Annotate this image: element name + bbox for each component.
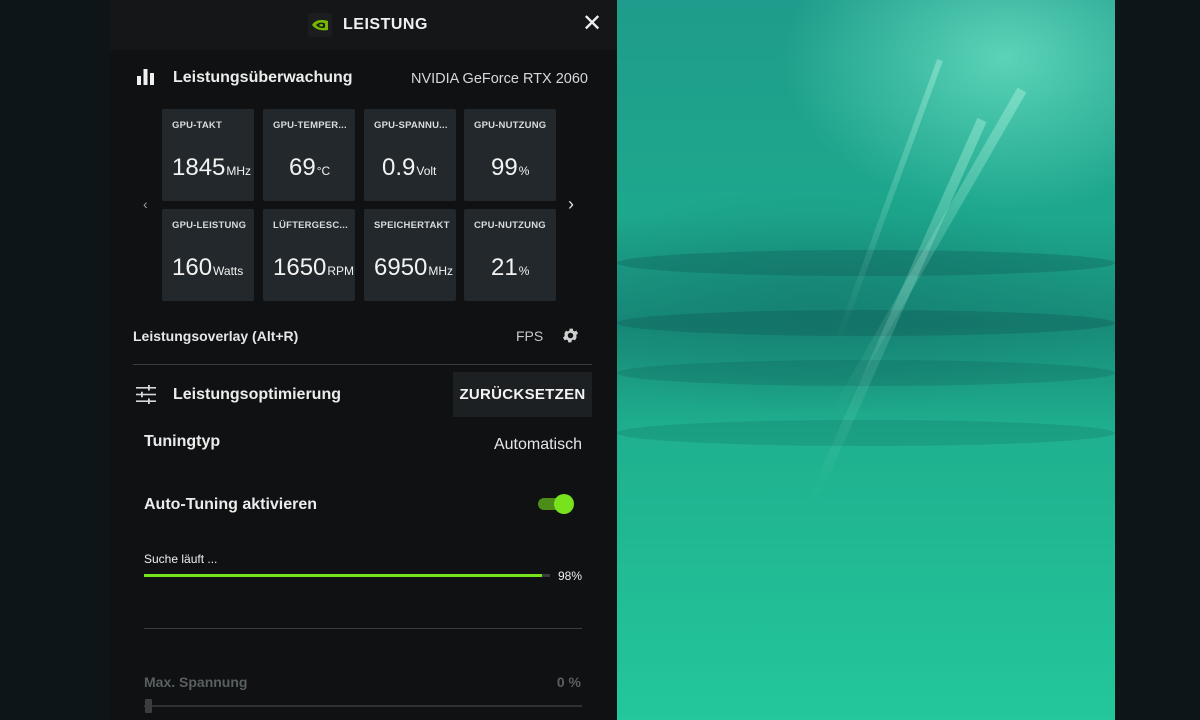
metric-label: GPU-TEMPER... — [273, 120, 347, 131]
metric-unit: MHz — [226, 164, 252, 178]
panel-titlebar: LEISTUNG ✕ — [110, 0, 617, 50]
toggle-knob — [554, 494, 574, 514]
metric-label: GPU-SPANNU... — [374, 120, 448, 131]
metric-value: 160Watts — [172, 254, 244, 281]
progress-fill — [144, 574, 542, 577]
metric-unit: °C — [316, 164, 331, 178]
search-status-label: Suche läuft ... — [144, 552, 218, 566]
gear-icon[interactable] — [561, 326, 580, 345]
reset-button[interactable]: ZURÜCKSETZEN — [453, 372, 592, 417]
metric-value: 1650RPM — [273, 254, 355, 281]
metric-label: CPU-NUTZUNG — [474, 220, 546, 231]
metric-unit: Volt — [416, 164, 437, 178]
metric-tile-gpu-temperature: GPU-TEMPER... 69°C — [263, 109, 355, 201]
nvidia-logo-icon — [308, 13, 332, 37]
chevron-right-icon[interactable]: › — [568, 194, 574, 215]
metric-value: 21% — [491, 254, 530, 281]
background-left — [0, 0, 110, 720]
overlay-label: Leistungsoverlay (Alt+R) — [133, 328, 299, 344]
panel-title: LEISTUNG — [343, 16, 428, 33]
sliders-icon — [136, 385, 156, 404]
metric-label: GPU-TAKT — [172, 120, 222, 131]
close-icon[interactable]: ✕ — [580, 11, 604, 37]
section-divider — [144, 628, 582, 629]
game-scene — [617, 0, 1115, 720]
slider-thumb[interactable] — [145, 699, 152, 713]
metric-tile-gpu-power: GPU-LEISTUNG 160Watts — [162, 209, 254, 301]
background-right — [1115, 0, 1200, 720]
optimization-title: Leistungsoptimierung — [173, 386, 341, 403]
water-wave — [617, 310, 1115, 336]
tuning-type-label: Tuningtyp — [144, 433, 221, 450]
max-voltage-value: 0 % — [556, 674, 581, 690]
metric-tile-fan-speed: LÜFTERGESC... 1650RPM — [263, 209, 355, 301]
monitoring-title: Leistungsüberwachung — [173, 69, 353, 86]
auto-tuning-toggle[interactable] — [538, 494, 574, 514]
light-ray — [834, 58, 943, 343]
metric-unit: RPM — [327, 264, 355, 278]
water-wave — [617, 420, 1115, 446]
section-divider — [133, 364, 592, 365]
metric-label: LÜFTERGESC... — [273, 220, 348, 231]
metric-label: SPEICHERTAKT — [374, 220, 450, 231]
metric-value: 69°C — [289, 154, 331, 181]
performance-panel: LEISTUNG ✕ Leistungsüberwachung NVIDIA G… — [110, 0, 617, 720]
metric-label: GPU-NUTZUNG — [474, 120, 547, 131]
tuning-type-value[interactable]: Automatisch — [494, 436, 582, 454]
max-voltage-slider[interactable] — [144, 705, 582, 707]
metric-tile-gpu-clock: GPU-TAKT 1845MHz — [162, 109, 254, 201]
gpu-name: NVIDIA GeForce RTX 2060 — [410, 71, 588, 87]
bar-chart-icon — [137, 69, 154, 85]
max-voltage-label: Max. Spannung — [144, 674, 248, 690]
metric-unit: MHz — [428, 264, 454, 278]
metric-value: 99% — [491, 154, 530, 181]
metric-tile-gpu-voltage: GPU-SPANNU... 0.9Volt — [364, 109, 456, 201]
metric-unit: % — [518, 264, 530, 278]
metric-value: 1845MHz — [172, 154, 252, 181]
chevron-left-icon[interactable]: ‹ — [143, 196, 148, 212]
progress-percent: 98% — [558, 569, 583, 583]
progress-bar — [144, 574, 550, 577]
metric-unit: % — [518, 164, 530, 178]
metric-value: 0.9Volt — [382, 154, 437, 181]
metric-label: GPU-LEISTUNG — [172, 220, 247, 231]
metric-tile-memory-clock: SPEICHERTAKT 6950MHz — [364, 209, 456, 301]
metric-unit: Watts — [213, 264, 244, 278]
metric-tile-cpu-usage: CPU-NUTZUNG 21% — [464, 209, 556, 301]
metric-value: 6950MHz — [374, 254, 454, 281]
overlay-value[interactable]: FPS — [516, 328, 543, 344]
metric-tile-gpu-usage: GPU-NUTZUNG 99% — [464, 109, 556, 201]
auto-tuning-label: Auto-Tuning aktivieren — [144, 496, 318, 513]
